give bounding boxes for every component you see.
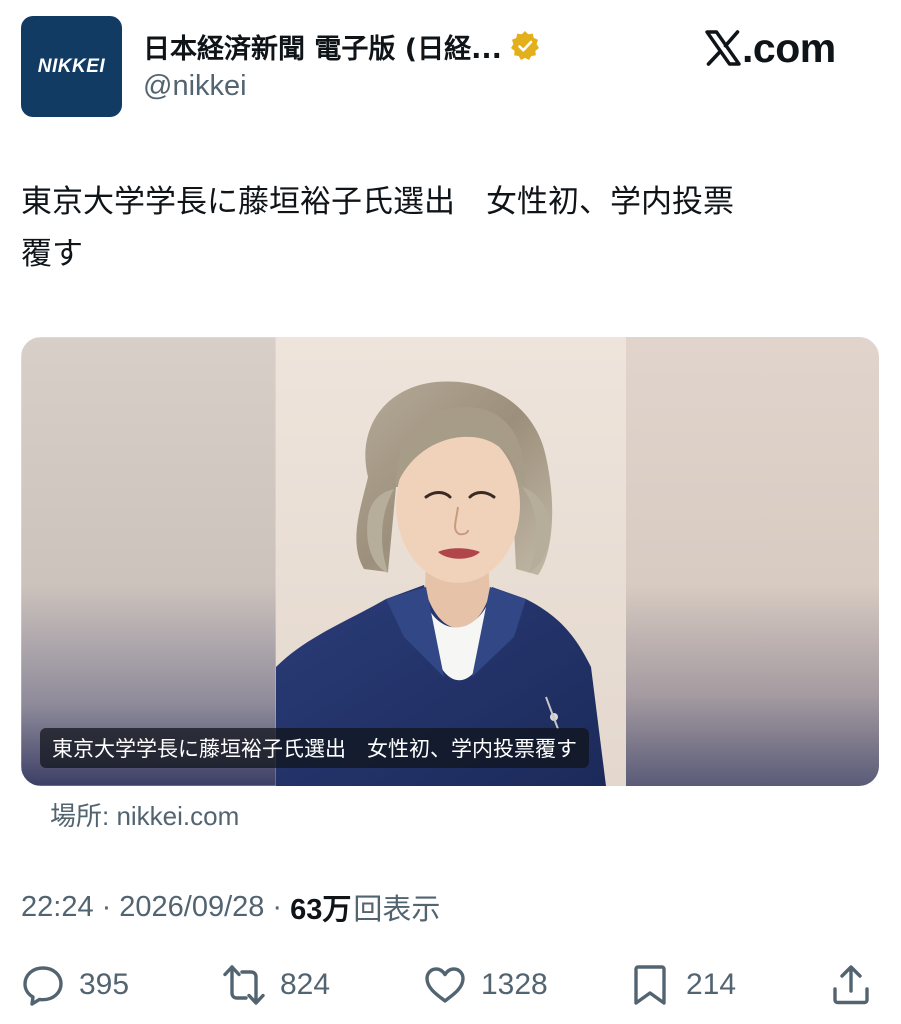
display-name[interactable]: 日本経済新聞 電子版 (日経... xyxy=(143,27,502,66)
bookmark-button[interactable]: 214 xyxy=(628,960,736,1010)
reply-count: 395 xyxy=(79,968,130,1001)
avatar-logo-text: NIKKEI xyxy=(37,55,106,77)
card-caption-text: 東京大学学長に藤垣裕子氏選出 女性初、学内投票覆す xyxy=(52,737,577,761)
bookmark-count: 214 xyxy=(686,968,737,1001)
heart-icon xyxy=(425,967,465,1003)
tweet-date[interactable]: 2026/09/28 xyxy=(119,891,264,924)
tweet-meta: 22:24 · 2026/09/28 · 63万 回表示 xyxy=(21,887,440,927)
x-com-logo: .com xyxy=(704,24,836,71)
gold-verified-badge-icon[interactable] xyxy=(508,29,542,63)
tweet-text: 東京大学学長に藤垣裕子氏選出 女性初、学内投票 覆す xyxy=(21,184,734,272)
repost-icon xyxy=(223,965,265,1005)
x-logo-icon xyxy=(705,30,741,66)
views-label: 回表示 xyxy=(353,894,441,926)
meta-separator: · xyxy=(101,890,112,923)
tweet-time[interactable]: 22:24 xyxy=(21,891,94,924)
portrait-illustration xyxy=(276,337,626,786)
account-avatar[interactable]: NIKKEI xyxy=(21,16,122,117)
reply-icon xyxy=(23,966,63,1006)
reply-button[interactable]: 395 xyxy=(21,960,129,1010)
link-card[interactable]: 東京大学学長に藤垣裕子氏選出 女性初、学内投票覆す xyxy=(21,337,879,786)
repost-button[interactable]: 824 xyxy=(222,960,330,1010)
meta-separator: · xyxy=(272,890,283,923)
share-button[interactable] xyxy=(829,960,873,1010)
account-handle[interactable]: @nikkei xyxy=(143,70,247,103)
card-portrait-photo xyxy=(276,337,626,786)
card-caption: 東京大学学長に藤垣裕子氏選出 女性初、学内投票覆す xyxy=(40,728,589,768)
share-icon xyxy=(833,965,869,1005)
bookmark-icon xyxy=(634,965,666,1005)
card-source-link[interactable]: 場所: nikkei.com xyxy=(50,796,239,832)
display-name-row[interactable]: 日本経済新聞 電子版 (日経... xyxy=(143,26,542,66)
card-image-blur-left xyxy=(21,337,276,786)
repost-count: 824 xyxy=(280,968,331,1001)
x-domain-text: .com xyxy=(742,24,836,71)
card-image-blur-right xyxy=(624,337,879,786)
tweet-actions: 395 824 1328 214 xyxy=(0,960,901,1010)
like-count: 1328 xyxy=(481,968,548,1001)
views-count: 63万 xyxy=(290,894,352,926)
like-button[interactable]: 1328 xyxy=(423,960,548,1010)
